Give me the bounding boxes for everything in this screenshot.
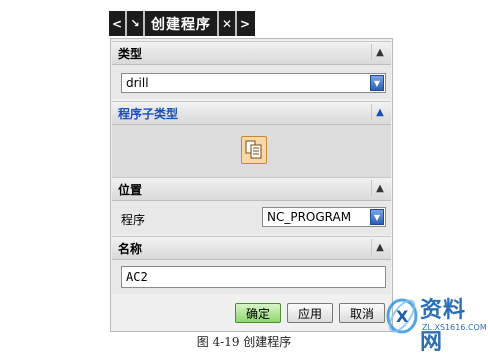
section-body-subtype xyxy=(112,125,391,177)
ok-button[interactable]: 确定 xyxy=(235,303,281,323)
dialog-tool-icon[interactable]: ↘ xyxy=(127,11,143,36)
program-field-label: 程序 xyxy=(121,213,146,227)
apply-button[interactable]: 应用 xyxy=(287,303,333,323)
type-dropdown-value: drill xyxy=(126,76,149,90)
collapse-chevron-icon[interactable]: ▲ xyxy=(371,104,388,120)
dropdown-arrow-icon[interactable]: ▼ xyxy=(370,75,384,91)
section-label-type: 类型 xyxy=(118,46,143,61)
section-header-subtype[interactable]: 程序子类型 ▲ xyxy=(112,101,391,125)
section-header-location[interactable]: 位置 ▲ xyxy=(112,177,391,201)
watermark-swirl-icon: X xyxy=(386,298,418,334)
section-body-location: 程序 NC_PROGRAM ▼ xyxy=(112,201,391,235)
forward-arrow-icon[interactable]: > xyxy=(237,11,253,36)
section-header-type[interactable]: 类型 ▲ xyxy=(112,41,391,65)
program-dropdown[interactable]: NC_PROGRAM ▼ xyxy=(262,207,386,227)
section-label-subtype: 程序子类型 xyxy=(118,106,179,121)
dropdown-arrow-icon[interactable]: ▼ xyxy=(370,209,384,225)
close-icon[interactable]: ✕ xyxy=(219,11,235,36)
section-body-type: drill ▼ xyxy=(112,65,391,99)
program-subtype-icon[interactable] xyxy=(241,136,267,164)
section-header-name[interactable]: 名称 ▲ xyxy=(112,236,391,260)
name-input[interactable]: AC2 xyxy=(121,266,386,288)
collapse-chevron-icon[interactable]: ▲ xyxy=(371,180,388,196)
watermark-subtext: ZL.XS1616.COM xyxy=(422,323,487,332)
collapse-chevron-icon[interactable]: ▲ xyxy=(371,44,388,60)
back-arrow-icon[interactable]: < xyxy=(109,11,125,36)
watermark-logo: X 资料网 ZL.XS1616.COM xyxy=(386,290,487,355)
collapse-chevron-icon[interactable]: ▲ xyxy=(371,239,388,255)
section-label-name: 名称 xyxy=(118,241,143,256)
dialog-title: 创建程序 xyxy=(151,16,211,33)
cancel-button[interactable]: 取消 xyxy=(339,303,385,323)
create-program-dialog: 类型 ▲ drill ▼ 程序子类型 ▲ 位置 ▲ 程序 NC_PROGRAM … xyxy=(110,38,393,332)
program-dropdown-value: NC_PROGRAM xyxy=(267,210,352,224)
section-body-name: AC2 xyxy=(112,260,391,294)
dialog-title-bar: < ↘ 创建程序 ✕ > xyxy=(109,11,255,36)
svg-text:X: X xyxy=(396,307,409,326)
section-label-location: 位置 xyxy=(118,182,143,197)
type-dropdown[interactable]: drill ▼ xyxy=(121,73,386,93)
